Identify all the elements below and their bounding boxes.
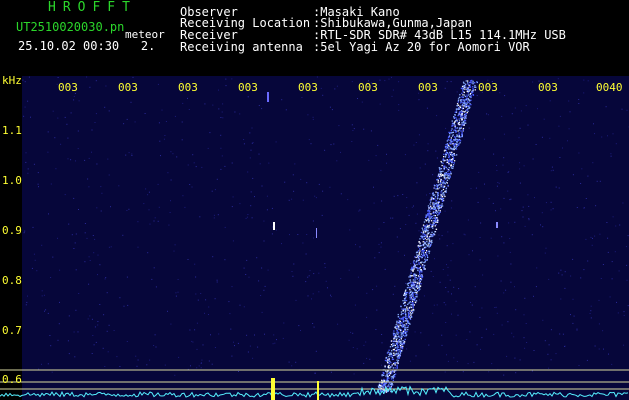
y-tick: 0.9 (2, 224, 22, 237)
y-tick: 0.6 (2, 373, 22, 386)
time-tick: 003 (478, 81, 498, 94)
carrier-spike (271, 378, 275, 400)
time-tick: 003 (238, 81, 258, 94)
spectrogram (0, 76, 629, 400)
time-tick: 003 (118, 81, 138, 94)
time-tick: 003 (418, 81, 438, 94)
echo-dot (273, 222, 275, 230)
y-tick: 1.0 (2, 174, 22, 187)
time-tick: 003 (58, 81, 78, 94)
carrier-spike (317, 381, 319, 400)
echo-dot (496, 222, 498, 228)
y-unit: kHz (2, 74, 22, 87)
time-tick: 003 (298, 81, 318, 94)
echo-dot (267, 92, 269, 102)
time-tick: 003 (178, 81, 198, 94)
y-tick: 0.7 (2, 324, 22, 337)
y-tick: 0.8 (2, 274, 22, 287)
time-tick: 003 (538, 81, 558, 94)
y-tick: 1.1 (2, 124, 22, 137)
spectrogram-background (22, 76, 629, 400)
time-tick: 003 (358, 81, 378, 94)
echo-dot (316, 228, 317, 238)
time-tick: 0040 (596, 81, 623, 94)
